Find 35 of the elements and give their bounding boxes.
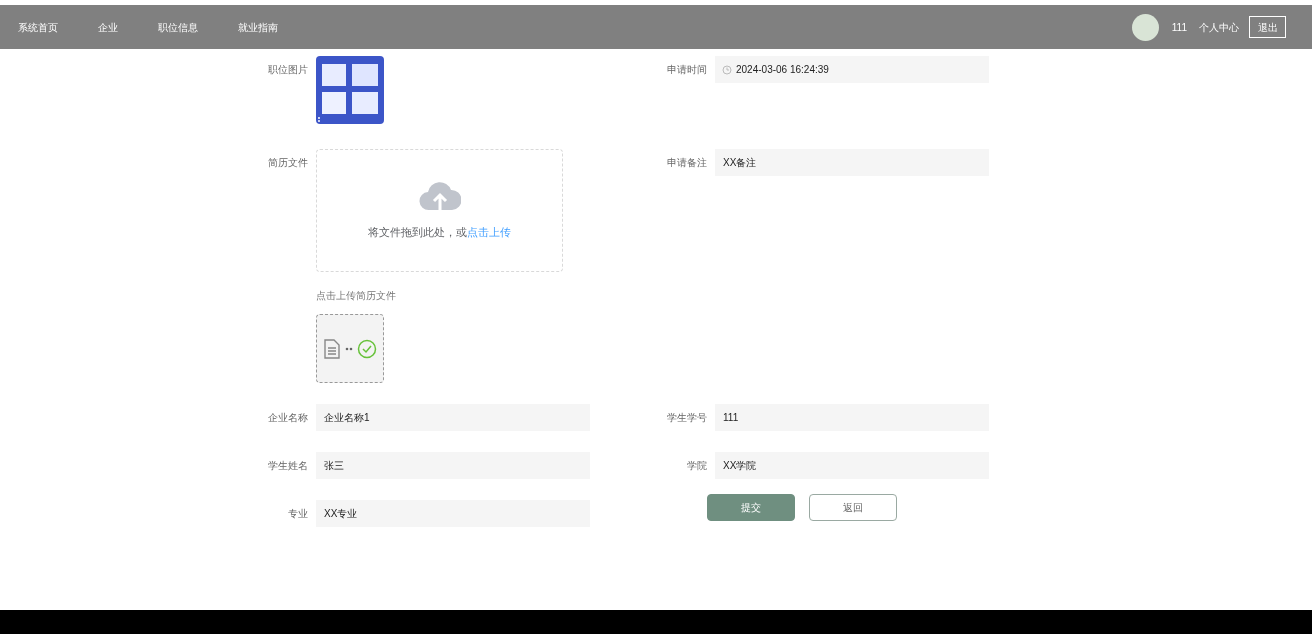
username: 111 (1171, 20, 1187, 35)
upload-dropzone[interactable]: 将文件拖到此处，或点击上传 (316, 149, 563, 272)
field-label: 简历文件 (267, 156, 308, 170)
drop-instruction: 将文件拖到此处，或点击上传 (368, 225, 511, 241)
field-label: 学生姓名 (267, 459, 308, 473)
field-label: 申请时间 (666, 63, 707, 77)
submit-button[interactable]: 提交 (707, 494, 795, 521)
avatar (1131, 13, 1159, 41)
uploaded-file-thumbnail[interactable] (316, 314, 384, 383)
text-field[interactable]: XX专业 (316, 500, 590, 527)
document-icon (323, 338, 341, 359)
nav-link[interactable]: 就业指南 (238, 19, 278, 35)
personal-center-link[interactable]: 个人中心 (1199, 19, 1239, 35)
ellipsis-icon (345, 346, 353, 351)
text-field[interactable]: XX备注 (715, 149, 989, 176)
logout-button[interactable]: 退出 (1249, 16, 1286, 38)
text-field[interactable]: 张三 (316, 452, 590, 479)
check-circle-icon (357, 338, 377, 359)
text-field[interactable]: XX学院 (715, 452, 989, 479)
field-label: 学院 (686, 459, 707, 473)
field-label: 申请备注 (666, 156, 707, 170)
field-label: 职位图片 (267, 63, 308, 77)
field-label: 专业 (287, 507, 308, 521)
nav-link[interactable]: 企业 (98, 19, 118, 35)
field-label: 学生学号 (666, 411, 707, 425)
nav-link[interactable]: 系统首页 (18, 19, 58, 35)
text-field[interactable]: 企业名称1 (316, 404, 590, 431)
text-field[interactable]: 111 (715, 404, 989, 431)
nav-link[interactable]: 职位信息 (158, 19, 198, 35)
field-label: 企业名称 (267, 411, 308, 425)
text-field[interactable]: 2024-03-06 16:24:39 (715, 56, 989, 83)
clock-icon (722, 65, 732, 75)
upload-hint: 点击上传简历文件 (316, 290, 397, 302)
cloud-upload-icon (418, 180, 461, 213)
back-button[interactable]: 返回 (809, 494, 897, 521)
